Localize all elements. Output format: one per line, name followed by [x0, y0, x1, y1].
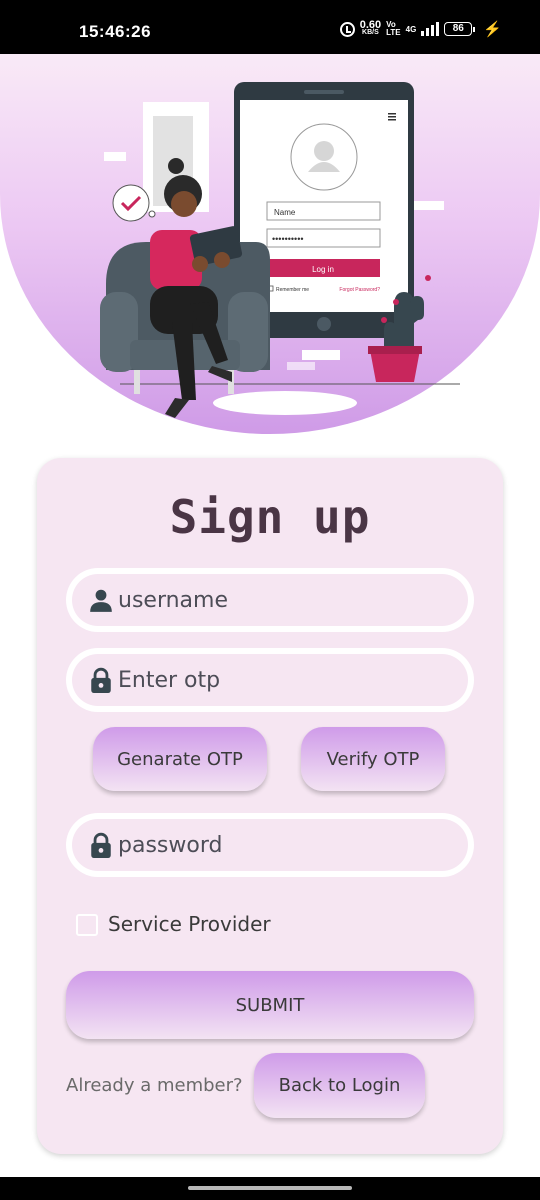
- generate-otp-button[interactable]: Genarate OTP: [93, 727, 267, 791]
- username-field-inner[interactable]: [72, 574, 468, 626]
- charging-icon: ⚡: [483, 21, 502, 38]
- volte-indicator: Vo LTE: [386, 21, 401, 37]
- otp-field[interactable]: [66, 648, 474, 712]
- battery-level: 86: [444, 22, 473, 36]
- illustration-login-button: Log in: [312, 265, 334, 274]
- signup-screen: 15:46:26 0.60 KB/S Vo LTE 4G 86 ⚡ Name •…: [0, 0, 540, 1200]
- person-icon: [90, 589, 112, 612]
- username-input[interactable]: [118, 587, 438, 613]
- login-illustration: Name •••••••••• Log in Remember me Forgo…: [100, 82, 460, 418]
- already-member-text: Already a member?: [66, 1075, 243, 1096]
- network-type: 4G: [405, 24, 417, 34]
- signal-icon: [421, 22, 440, 36]
- status-bar: 15:46:26 0.60 KB/S Vo LTE 4G 86 ⚡: [0, 0, 540, 54]
- page-title: Sign up: [169, 490, 371, 544]
- network-speed-value: 0.60: [359, 19, 382, 31]
- battery-icon: 86: [444, 22, 476, 36]
- status-time: 15:46:26: [79, 22, 152, 41]
- otp-input[interactable]: [118, 667, 438, 693]
- illustration-name-field: Name: [274, 208, 296, 217]
- alarm-icon: [339, 21, 355, 37]
- back-to-login-button[interactable]: Back to Login: [254, 1053, 425, 1118]
- lock-icon: [91, 667, 111, 693]
- volte-bottom: LTE: [386, 28, 401, 37]
- otp-field-inner[interactable]: [72, 654, 468, 706]
- submit-button[interactable]: SUBMIT: [66, 971, 474, 1039]
- network-speed-unit: KB/S: [362, 29, 379, 36]
- lock-icon: [91, 832, 111, 858]
- illustration-password-field: ••••••••••: [272, 234, 304, 244]
- verify-otp-button[interactable]: Verify OTP: [301, 727, 445, 791]
- illustration-remember-me: Remember me: [276, 287, 309, 293]
- home-gesture-handle[interactable]: [188, 1186, 352, 1190]
- network-speed: 0.60 KB/S: [359, 19, 382, 37]
- service-provider-label[interactable]: Service Provider: [108, 912, 271, 936]
- illustration-forgot-password: Forgot Password?: [339, 287, 380, 293]
- password-input[interactable]: [118, 832, 438, 858]
- hero-illustration: Name •••••••••• Log in Remember me Forgo…: [0, 54, 540, 434]
- status-indicators: 0.60 KB/S Vo LTE 4G 86 ⚡: [339, 19, 502, 38]
- network-type-indicator: 4G: [405, 24, 417, 34]
- navigation-bar: [0, 1177, 540, 1200]
- username-field[interactable]: [66, 568, 474, 632]
- password-field-inner[interactable]: [72, 819, 468, 871]
- signup-card: [37, 458, 503, 1154]
- service-provider-checkbox[interactable]: [76, 914, 98, 936]
- password-field[interactable]: [66, 813, 474, 877]
